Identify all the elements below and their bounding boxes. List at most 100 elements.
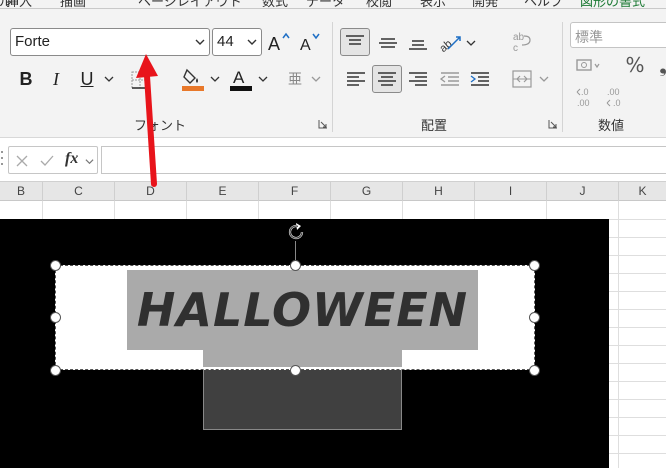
chevron-down-icon <box>247 39 257 45</box>
tab-draw[interactable]: 描画 <box>60 0 86 10</box>
tab-developer[interactable]: 開発 <box>472 0 498 10</box>
font-name-value: Forte <box>15 33 51 50</box>
orientation-button[interactable]: ab <box>436 28 466 56</box>
align-left-button[interactable] <box>342 66 370 92</box>
svg-text:.00: .00 <box>577 98 590 108</box>
svg-text:A: A <box>233 68 245 87</box>
column-header-g[interactable]: G <box>331 182 403 201</box>
font-size-box[interactable]: 44 <box>212 28 262 56</box>
dialog-launcher-icon[interactable] <box>318 119 328 129</box>
resize-handle-top[interactable] <box>290 260 301 271</box>
tab-data[interactable]: データ <box>306 0 345 10</box>
tab-page-layout[interactable]: ページレイアウト <box>138 0 242 10</box>
decrease-decimal-icon: .00.0 <box>606 87 621 108</box>
column-header-b[interactable]: B <box>0 182 43 201</box>
enter-check-icon[interactable] <box>39 154 55 168</box>
phonetic-guide-button[interactable]: 亜 <box>282 66 308 92</box>
bold-button[interactable]: B <box>14 66 38 92</box>
align-top-button[interactable] <box>340 28 370 56</box>
fill-color-button[interactable] <box>180 66 206 92</box>
tab-view[interactable]: 表示 <box>420 0 446 10</box>
ribbon-tab-strip: ファイル 挿入 描画 ページレイアウト 数式 データ 校閲 表示 開発 ヘルプ … <box>0 0 666 10</box>
increase-decimal-icon: .0.00 <box>576 87 590 108</box>
resize-handle-bottom-left[interactable] <box>50 365 61 376</box>
column-header-i[interactable]: I <box>475 182 547 201</box>
accounting-icon <box>576 59 600 71</box>
align-center-button[interactable] <box>372 65 402 93</box>
tab-shape-format[interactable]: 図形の書式 <box>580 0 645 10</box>
column-header-j[interactable]: J <box>547 182 619 201</box>
font-name-box[interactable]: Forte <box>10 28 210 56</box>
resize-handle-top-right[interactable] <box>529 260 540 271</box>
tab-review[interactable]: 校閲 <box>366 0 392 10</box>
column-header-e[interactable]: E <box>187 182 259 201</box>
wrap-text-button[interactable]: ab c <box>508 28 536 56</box>
tab-insert[interactable]: 挿入 <box>6 0 32 10</box>
chevron-down-icon[interactable] <box>539 74 549 84</box>
italic-button[interactable]: I <box>44 66 68 92</box>
group-separator <box>562 22 563 132</box>
black-picture[interactable]: HALLOWEEN <box>0 219 609 468</box>
align-right-icon <box>409 72 427 86</box>
chevron-down-icon[interactable] <box>258 74 268 84</box>
svg-text:.00: .00 <box>607 87 620 97</box>
column-header-k[interactable]: K <box>619 182 666 201</box>
underline-button[interactable]: U <box>74 66 100 92</box>
column-header-c[interactable]: C <box>43 182 115 201</box>
resize-handle-top-left[interactable] <box>50 260 61 271</box>
number-format-box[interactable]: 標準 <box>570 22 666 48</box>
shape-dark-block <box>203 367 402 430</box>
decrease-font-size-icon: A <box>300 33 320 54</box>
insert-function-button[interactable]: fx <box>65 150 78 168</box>
alignment-group-label: 配置 <box>421 119 448 134</box>
chevron-down-icon[interactable] <box>210 74 220 84</box>
formula-bar: fx <box>0 139 666 181</box>
rotate-handle-icon[interactable] <box>285 221 307 243</box>
align-middle-button[interactable] <box>374 28 402 56</box>
tab-formulas[interactable]: 数式 <box>262 0 288 10</box>
increase-indent-button[interactable] <box>466 66 494 92</box>
column-header-h[interactable]: H <box>403 182 475 201</box>
align-right-button[interactable] <box>404 66 432 92</box>
merge-cells-icon <box>512 70 532 88</box>
increase-indent-icon <box>470 72 489 86</box>
dialog-launcher-icon[interactable] <box>548 119 558 129</box>
resize-handle-bottom-right[interactable] <box>529 365 540 376</box>
font-color-button[interactable]: A <box>228 66 254 92</box>
cancel-icon[interactable] <box>15 154 29 168</box>
svg-text:A: A <box>268 34 280 54</box>
resize-handle-bottom[interactable] <box>290 365 301 376</box>
decrease-indent-button[interactable] <box>436 66 464 92</box>
percent-style-button[interactable]: % <box>622 52 648 78</box>
align-bottom-button[interactable] <box>404 28 432 56</box>
increase-font-size-icon: A <box>268 32 290 54</box>
font-color-icon: A <box>230 68 252 91</box>
decrease-decimal-button[interactable]: .00.0 <box>604 84 632 110</box>
furigana-label: 亜 <box>288 72 302 88</box>
comma-style-button[interactable]: ❟ <box>656 52 666 78</box>
increase-font-size-button[interactable]: A <box>266 30 292 54</box>
chevron-down-icon[interactable] <box>311 74 321 84</box>
svg-text:.0: .0 <box>581 87 589 97</box>
increase-decimal-button[interactable]: .0.00 <box>574 84 602 110</box>
font-size-value: 44 <box>217 33 234 50</box>
decrease-font-size-button[interactable]: A <box>298 30 324 54</box>
tab-help[interactable]: ヘルプ <box>524 0 563 10</box>
accounting-format-button[interactable] <box>574 54 602 78</box>
text-orientation-icon: ab <box>438 36 461 53</box>
svg-text:c: c <box>513 43 518 54</box>
decrease-indent-icon <box>439 72 459 86</box>
chevron-down-icon[interactable] <box>466 38 476 48</box>
italic-label: I <box>53 68 59 89</box>
gridline <box>618 201 619 468</box>
merge-center-button[interactable] <box>508 66 536 92</box>
resize-handle-left[interactable] <box>50 312 61 323</box>
shape-text[interactable]: HALLOWEEN <box>127 281 478 339</box>
align-top-icon <box>346 35 364 45</box>
chevron-down-icon[interactable] <box>104 74 114 84</box>
chevron-down-icon <box>195 39 205 45</box>
chevron-down-icon[interactable] <box>85 157 94 166</box>
resize-handle-right[interactable] <box>529 312 540 323</box>
column-header-f[interactable]: F <box>259 182 331 201</box>
formula-input[interactable] <box>101 146 666 174</box>
